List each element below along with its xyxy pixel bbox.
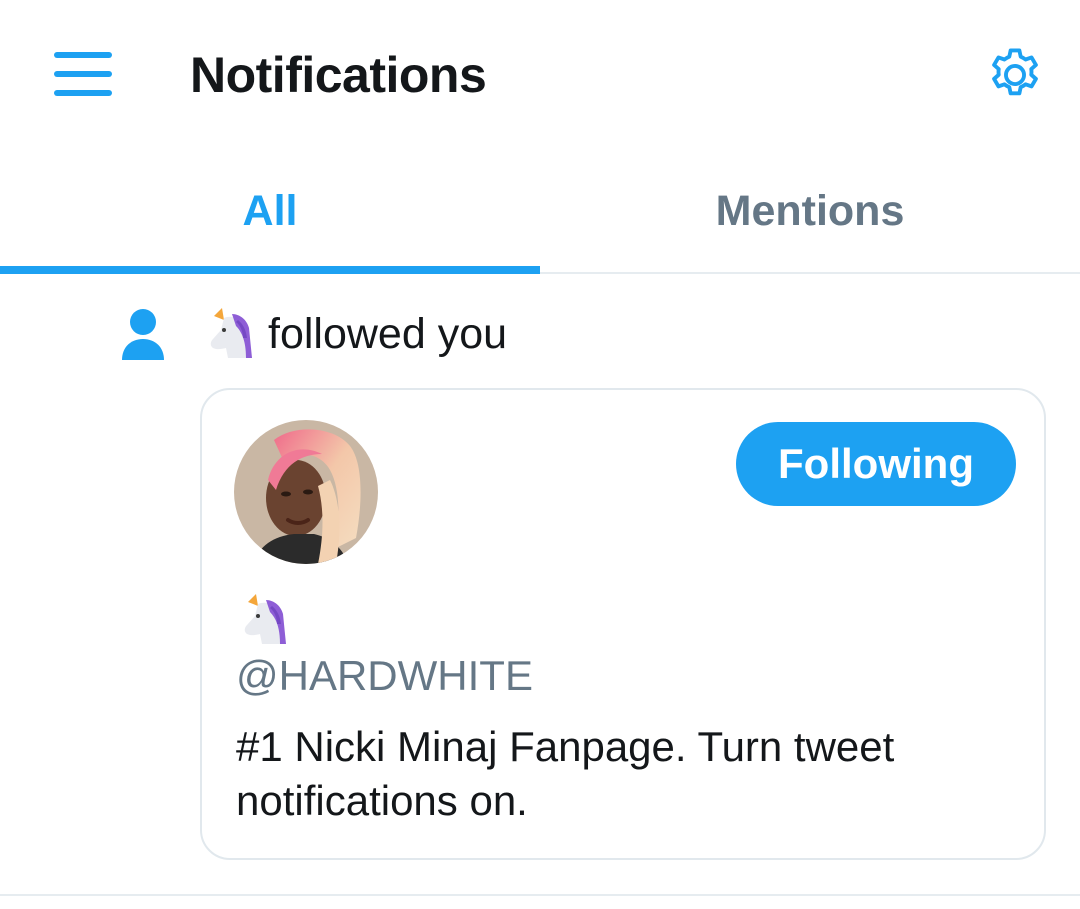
profile-card[interactable]: Following @HARDWHITE #1 Nicki Minaj Fanp… xyxy=(200,388,1046,860)
notification-text: followed you xyxy=(268,309,508,358)
page-title: Notifications xyxy=(190,47,487,103)
divider xyxy=(0,894,1080,896)
following-button[interactable]: Following xyxy=(736,422,1016,506)
notifications-screen: Notifications All Mentions followed you … xyxy=(0,0,1080,909)
tab-all[interactable]: All xyxy=(0,150,540,272)
person-icon xyxy=(120,308,166,362)
user-bio: #1 Nicki Minaj Fanpage. Turn tweet notif… xyxy=(236,723,895,824)
tab-mentions[interactable]: Mentions xyxy=(540,150,1080,272)
unicorn-icon xyxy=(202,306,258,362)
unicorn-icon xyxy=(236,592,292,648)
app-header: Notifications xyxy=(0,0,1080,150)
hamburger-menu-icon[interactable] xyxy=(54,48,112,100)
active-tab-indicator xyxy=(0,266,540,274)
avatar[interactable] xyxy=(234,420,378,564)
gear-icon[interactable] xyxy=(984,44,1046,106)
notification-tabs: All Mentions xyxy=(0,150,1080,274)
follow-notification[interactable]: followed you Following @HARDWHITE #1 Nic… xyxy=(0,274,1080,894)
notification-line: followed you xyxy=(202,304,507,364)
user-handle[interactable]: @HARDWHITE xyxy=(236,652,533,700)
